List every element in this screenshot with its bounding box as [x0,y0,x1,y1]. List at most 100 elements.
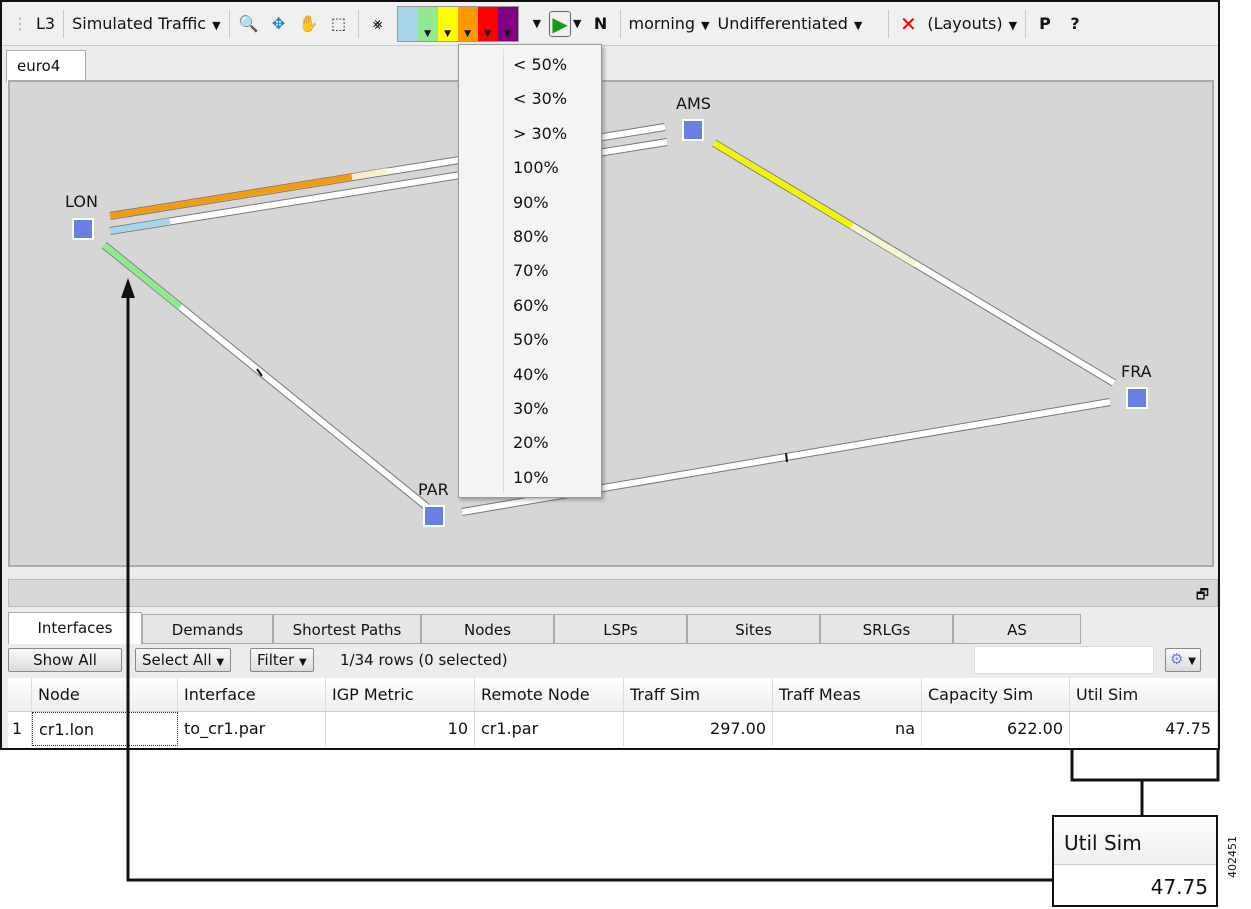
menu-item-threshold[interactable]: 70% [513,261,549,280]
color-swatch[interactable]: ▼ [417,6,438,41]
properties-icon[interactable]: P [1034,11,1056,37]
callout-value: 47.75 [1150,875,1208,899]
select-all-button[interactable]: Select All ▼ [135,648,232,672]
menu-item-threshold[interactable]: < 30% [513,89,567,108]
table-settings-button[interactable]: ⚙ ▼ [1165,648,1201,672]
menu-item-threshold[interactable]: 60% [513,296,549,315]
color-scale-dropdown[interactable]: ▼ [533,17,541,30]
table-header: Node Interface IGP Metric Remote Node Tr… [8,678,1218,712]
map-canvas [72,119,1148,527]
service-class-select[interactable]: Undifferentiated ▼ [718,14,863,33]
node-filter-icon[interactable]: N [590,11,612,37]
color-scale[interactable]: ▼ ▼ ▼ ▼ ▼ [396,5,519,42]
cell-igp-metric[interactable]: 10 [326,712,475,746]
col-traff-meas[interactable]: Traff Meas [773,678,922,711]
util-sim-callout: Util Sim 47.75 [1052,815,1218,907]
cell-remote-node[interactable]: cr1.par [475,712,624,746]
cell-capacity-sim[interactable]: 622.00 [922,712,1070,746]
app-window: ⋮ L3 Simulated Traffic ▼ 🔍 ✥ ✋ ⬚ ⨳ ▼ ▼ ▼ … [0,0,1220,750]
col-node[interactable]: Node [32,678,178,711]
time-select[interactable]: morning ▼ [629,14,710,33]
color-swatch[interactable]: ▼ [497,6,518,41]
node-fra[interactable] [1126,387,1148,409]
node-par[interactable] [423,505,445,527]
node-lon[interactable] [72,218,94,240]
cell-interface[interactable]: to_cr1.par [178,712,326,746]
menu-item-threshold[interactable]: 40% [513,365,549,384]
cell-node[interactable]: cr1.lon [32,712,178,746]
cell-traff-sim[interactable]: 297.00 [624,712,773,746]
tab-srlgs[interactable]: SRLGs [820,614,953,644]
menu-item-threshold[interactable]: 100% [513,158,559,177]
restore-icon[interactable]: 🗗 [1196,584,1209,608]
menu-item-threshold[interactable]: < 50% [513,55,567,74]
col-capacity-sim[interactable]: Capacity Sim [922,678,1070,711]
color-swatch[interactable]: ▼ [457,6,478,41]
network-map[interactable]: LON AMS FRA PAR [8,80,1214,567]
traffic-select[interactable]: Simulated Traffic ▼ [72,14,220,33]
link-ams-fra[interactable] [711,139,1117,387]
tab-interfaces[interactable]: Interfaces [8,612,142,644]
layer-button[interactable]: L3 [36,14,55,33]
gear-icon: ⚙ [1170,650,1184,668]
link-lon-par[interactable] [101,241,430,511]
help-icon[interactable]: ? [1064,11,1086,37]
toolbar: ⋮ L3 Simulated Traffic ▼ 🔍 ✥ ✋ ⬚ ⨳ ▼ ▼ ▼ … [2,2,1218,46]
tab-lsps[interactable]: LSPs [554,614,687,644]
service-class-label: Undifferentiated [717,14,848,33]
pan-hand-icon[interactable]: ✋ [298,11,320,37]
filter-label: Filter [257,651,295,669]
tab-shortest-paths[interactable]: Shortest Paths [273,614,421,644]
table-search-input[interactable] [974,646,1154,674]
show-all-button[interactable]: Show All [8,648,122,672]
tab-demands[interactable]: Demands [142,614,273,644]
callout-bracket [1070,750,1220,782]
fit-view-icon[interactable]: ✥ [268,11,290,37]
tab-sites[interactable]: Sites [687,614,820,644]
play-simulation-icon[interactable]: ▶ [549,10,572,37]
menu-item-threshold[interactable]: > 30% [513,124,567,143]
delete-icon[interactable]: ✕ [897,11,919,37]
traffic-label: Simulated Traffic [72,14,207,33]
cell-traff-meas[interactable]: na [773,712,922,746]
color-swatch[interactable]: ▼ [477,6,498,41]
menu-item-threshold[interactable]: 90% [513,193,549,212]
col-remote-node[interactable]: Remote Node [475,678,624,711]
node-label-par: PAR [418,480,449,499]
menu-item-threshold[interactable]: 10% [513,468,549,487]
col-traff-sim[interactable]: Traff Sim [624,678,773,711]
menu-item-threshold[interactable]: 20% [513,433,549,452]
grip-icon: ⋮ [12,14,28,33]
color-swatch[interactable] [397,6,418,41]
menu-item-threshold[interactable]: 30% [513,399,549,418]
node-label-fra: FRA [1121,362,1152,381]
color-threshold-menu: < 50% < 30% > 30% 100% 90% 80% 70% 60% 50% 40% 30%… [458,44,602,498]
menu-item-threshold[interactable]: 50% [513,330,549,349]
interfaces-table: Node Interface IGP Metric Remote Node Tr… [8,678,1218,748]
play-dropdown[interactable]: ▼ [573,17,581,30]
doc-tab-euro4[interactable]: euro4 [6,50,86,82]
row-number: 1 [8,712,32,746]
tab-nodes[interactable]: Nodes [421,614,554,644]
node-label-lon: LON [65,192,98,211]
tab-as[interactable]: AS [953,614,1081,644]
filter-button[interactable]: Filter ▼ [250,648,314,672]
col-igp-metric[interactable]: IGP Metric [326,678,475,711]
callout-header: Util Sim [1054,817,1216,865]
select-all-label: Select All [142,651,212,669]
mesh-icon[interactable]: ⨳ [367,11,389,37]
zoom-icon[interactable]: 🔍 [238,11,260,37]
layouts-select[interactable]: (Layouts) ▼ [927,14,1017,33]
table-row[interactable]: 1 cr1.lon to_cr1.par 10 cr1.par 297.00 n… [8,712,1218,746]
row-count: 1/34 rows (0 selected) [340,651,508,669]
select-area-icon[interactable]: ⬚ [328,11,350,37]
menu-item-threshold[interactable]: 80% [513,227,549,246]
cell-util-sim[interactable]: 47.75 [1070,712,1218,746]
col-interface[interactable]: Interface [178,678,326,711]
table-tabs: Interfaces Demands Shortest Paths Nodes … [8,612,1081,644]
color-swatch[interactable]: ▼ [437,6,458,41]
figure-id: 402451 [1226,836,1239,878]
node-ams[interactable] [682,119,704,141]
node-label-ams: AMS [676,94,711,113]
col-util-sim[interactable]: Util Sim [1070,678,1218,711]
